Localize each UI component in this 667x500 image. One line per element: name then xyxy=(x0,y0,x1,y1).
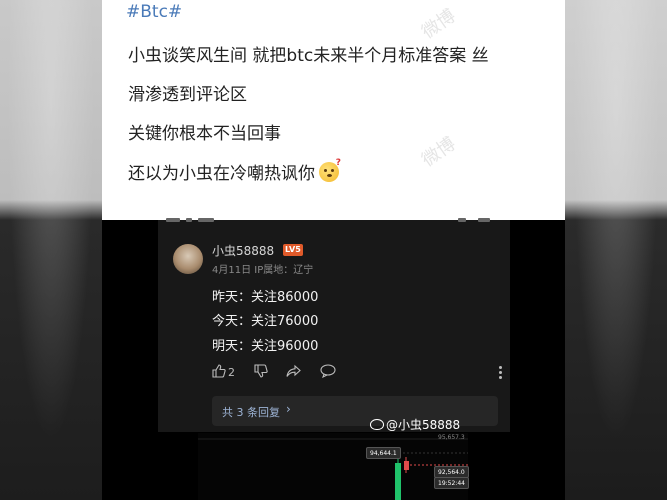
dislike-button[interactable] xyxy=(254,364,268,382)
axis-top-tick: 95,657.3 xyxy=(438,434,465,441)
thumbs-down-icon xyxy=(254,364,268,378)
comment-username[interactable]: 小虫58888 xyxy=(212,242,274,259)
replies-label: 共 3 条回复 xyxy=(222,406,280,419)
screenshot-panel: #Btc# 小虫谈笑风生间 就把btc未来半个月标准答案 丝 滑渗透到评论区 关… xyxy=(102,0,565,500)
thinking-face-icon: ? xyxy=(319,158,341,182)
post-line-4: 还以为小虫在冷嘲热讽你? xyxy=(128,158,341,184)
thumbs-up-icon xyxy=(212,364,226,378)
credit-handle: @小虫58888 xyxy=(386,418,461,432)
chevron-right-icon: › xyxy=(286,402,291,416)
comment-card: 小虫58888 LV5 4月11日 IP属地：辽宁 昨天：关注86000 今天：… xyxy=(158,218,510,432)
candle-up xyxy=(395,463,401,500)
like-button[interactable]: 2 xyxy=(212,364,235,382)
blurred-left-band xyxy=(0,0,102,500)
post-line-4-text: 还以为小虫在冷嘲热讽你 xyxy=(128,164,315,184)
chat-bubble-icon xyxy=(320,364,336,379)
more-options-icon[interactable] xyxy=(499,366,502,380)
comment-line-1: 昨天：关注86000 xyxy=(212,290,319,305)
post-line-3: 关键你根本不当回事 xyxy=(128,124,281,144)
share-button[interactable] xyxy=(286,364,302,382)
comment-line-2: 今天：关注76000 xyxy=(212,314,319,329)
weibo-post: #Btc# 小虫谈笑风生间 就把btc未来半个月标准答案 丝 滑渗透到评论区 关… xyxy=(102,0,565,220)
like-count: 2 xyxy=(228,366,235,379)
chart-svg xyxy=(198,438,468,500)
share-icon xyxy=(286,364,301,377)
comment-meta: 4月11日 IP属地：辽宁 xyxy=(212,265,314,276)
high-price-label: 94,644.1 xyxy=(366,447,401,459)
level-badge: LV5 xyxy=(283,244,303,256)
blurred-right-band xyxy=(565,0,667,500)
candle-down xyxy=(404,461,409,470)
hashtag-link[interactable]: #Btc# xyxy=(126,2,182,22)
watermark: 微博 xyxy=(418,133,460,172)
post-line-2: 滑渗透到评论区 xyxy=(128,85,247,105)
watermark: 微博 xyxy=(418,5,460,44)
weibo-credit: @小虫58888 xyxy=(370,416,460,433)
comment-actions: 2 xyxy=(212,364,502,382)
comment-line-3: 明天：关注96000 xyxy=(212,339,319,354)
post-line-1: 小虫谈笑风生间 就把btc未来半个月标准答案 丝 xyxy=(128,46,489,66)
price-chart: 95,657.3 94,644.1 92,564.0 19:52:44 xyxy=(198,433,469,500)
reply-button[interactable] xyxy=(320,364,336,382)
weibo-logo-icon xyxy=(370,419,384,430)
avatar[interactable] xyxy=(173,244,203,274)
time-label: 19:52:44 xyxy=(434,477,469,489)
cropped-toolbar-strip xyxy=(158,218,510,226)
